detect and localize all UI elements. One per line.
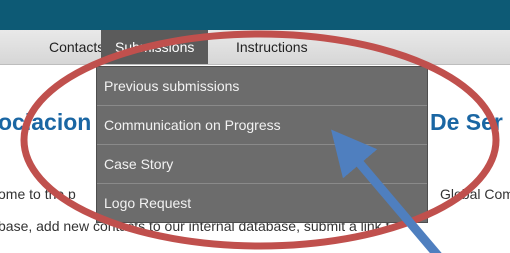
page-heading-right: De Ser <box>430 109 503 135</box>
top-header-bar <box>0 0 510 30</box>
nav-submissions[interactable]: Submissions <box>101 30 209 64</box>
menu-item-case-story[interactable]: Case Story <box>97 145 427 184</box>
submissions-dropdown-menu: Previous submissions Communication on Pr… <box>96 66 428 223</box>
nav-contacts[interactable]: Contacts <box>49 30 104 64</box>
intro-text-line1-left: ome to the p <box>0 186 76 202</box>
nav-instructions[interactable]: Instructions <box>236 30 308 64</box>
page-heading-left: ociacion <box>0 109 92 135</box>
menu-item-previous-submissions[interactable]: Previous submissions <box>97 67 427 106</box>
main-nav-bar: Contacts Submissions Instructions <box>0 30 510 65</box>
menu-item-communication-on-progress[interactable]: Communication on Progress <box>97 106 427 145</box>
intro-text-line1-right: Global Com <box>440 186 510 202</box>
menu-item-logo-request[interactable]: Logo Request <box>97 184 427 222</box>
